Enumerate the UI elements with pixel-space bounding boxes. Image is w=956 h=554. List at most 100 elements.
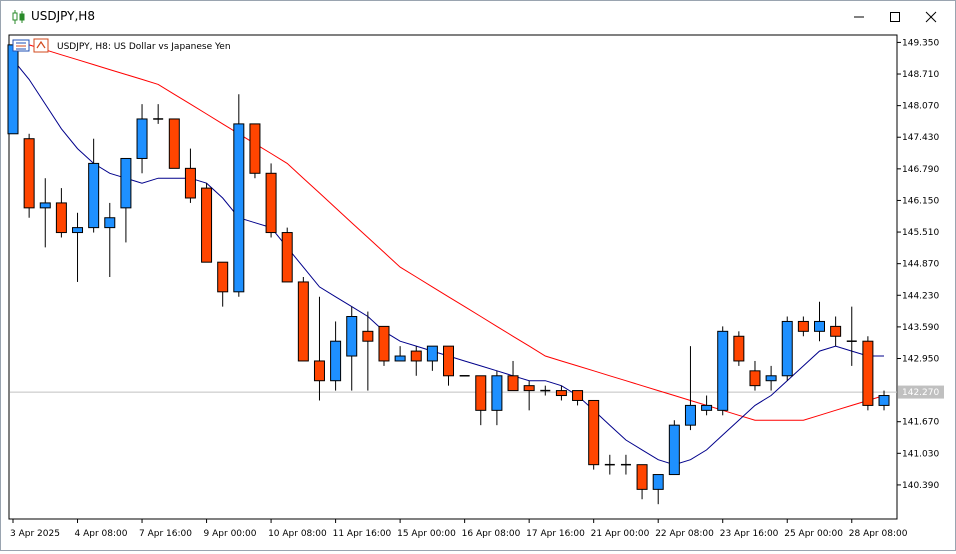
candle <box>23 133 35 218</box>
bear-candle-body <box>830 325 842 337</box>
x-tick-label: 4 Apr 08:00 <box>75 529 128 539</box>
indicator-list-icon[interactable] <box>12 39 30 52</box>
x-tick-label: 17 Apr 16:00 <box>526 529 585 539</box>
chart-window: USDJPY,H8 149.350 148.710 148.070 147.430 14… <box>0 0 956 551</box>
bear-candle-body <box>201 187 213 263</box>
bull-candle-body <box>668 424 680 476</box>
bull-candle-body <box>814 320 825 332</box>
minimize-button[interactable] <box>841 1 877 33</box>
bear-candle-body <box>362 330 374 342</box>
x-tick-label: 23 Apr 16:00 <box>720 529 779 539</box>
bull-candle-body <box>104 217 116 229</box>
bear-candle-body <box>23 138 35 209</box>
chart-symbol-label: USDJPY, H8: US Dollar vs Japanese Yen <box>57 42 231 52</box>
candle <box>201 183 213 263</box>
bull-candle-body <box>7 44 19 135</box>
bear-candle-body <box>168 118 180 169</box>
candle <box>717 326 729 416</box>
candle <box>862 336 874 411</box>
candle <box>668 420 680 476</box>
bear-candle-body <box>797 320 809 332</box>
bull-candle-body <box>346 316 358 357</box>
candle <box>168 118 180 169</box>
bear-candle-body <box>523 385 535 392</box>
x-tick-label: 16 Apr 08:00 <box>462 529 521 539</box>
candle <box>281 227 293 283</box>
window-title: USDJPY,H8 <box>31 9 95 23</box>
x-tick-label: 28 Apr 08:00 <box>849 529 908 539</box>
y-tick-label: 141.670 <box>902 418 939 428</box>
bear-candle-body <box>733 335 745 362</box>
x-tick-label: 11 Apr 16:00 <box>333 529 392 539</box>
current-price-label: 142.270 <box>902 388 939 398</box>
bear-candle-body <box>475 375 487 411</box>
y-tick-label: 141.030 <box>902 449 939 459</box>
price-axis: 149.350 148.710 148.070 147.430 146.790 146.1… <box>897 38 939 491</box>
bull-candle-body <box>491 375 503 411</box>
candlestick-icon <box>11 9 27 25</box>
bull-candle-body <box>781 320 793 377</box>
bull-candle-body <box>88 162 100 229</box>
maximize-icon <box>890 12 900 22</box>
bull-candle-body <box>701 404 713 411</box>
time-axis: 3 Apr 2025 4 Apr 08:00 7 Apr 16:00 9 Apr 00… <box>10 519 908 539</box>
bear-candle-body <box>184 167 196 199</box>
bear-candle-body <box>281 232 293 283</box>
candle <box>297 277 309 362</box>
x-tick-label: 10 Apr 08:00 <box>268 529 327 539</box>
bear-candle-body <box>555 390 567 397</box>
bear-candle-body <box>378 325 390 362</box>
bull-candle-body <box>233 123 245 293</box>
candle <box>378 325 390 366</box>
bear-candle-body <box>572 390 584 401</box>
maximize-button[interactable] <box>877 1 913 33</box>
bear-candle-body <box>217 261 229 293</box>
bear-candle-body <box>749 370 761 387</box>
bull-candle-body <box>120 157 132 209</box>
close-icon <box>925 11 937 23</box>
price-chart[interactable]: 149.350 148.710 148.070 147.430 146.790 146.1… <box>1 33 955 550</box>
bull-candle-body <box>684 404 696 426</box>
bear-candle-body <box>313 360 325 382</box>
candle <box>7 39 19 135</box>
candle <box>733 331 745 366</box>
y-tick-label: 144.870 <box>902 260 939 270</box>
bull-candle-body <box>72 227 84 234</box>
y-tick-label: 145.510 <box>902 228 939 238</box>
y-tick-label: 146.790 <box>902 165 939 175</box>
bear-candle-body <box>55 202 67 234</box>
bull-candle-body <box>765 375 777 382</box>
y-tick-label: 147.430 <box>902 133 939 143</box>
bear-candle-body <box>410 350 422 362</box>
candle <box>781 316 793 381</box>
one-click-trading-icon[interactable] <box>33 38 49 53</box>
bear-candle-body <box>297 281 309 362</box>
x-tick-label: 7 Apr 16:00 <box>139 529 192 539</box>
bear-candle-body <box>862 340 874 406</box>
y-tick-label: 142.950 <box>902 354 939 364</box>
minimize-icon <box>854 16 864 18</box>
bull-candle-body <box>652 474 664 490</box>
bull-candle-body <box>136 118 148 159</box>
x-tick-label: 9 Apr 00:00 <box>204 529 257 539</box>
x-tick-label: 22 Apr 08:00 <box>655 529 714 539</box>
bear-candle-body <box>588 399 600 466</box>
y-tick-label: 146.150 <box>902 196 939 206</box>
bear-candle-body <box>249 123 261 174</box>
bear-candle-body <box>636 464 648 490</box>
candle <box>249 123 261 179</box>
y-tick-label: 143.590 <box>902 323 939 333</box>
bull-candle-body <box>330 340 342 382</box>
y-tick-label: 148.710 <box>902 70 939 80</box>
bull-candle-body <box>39 202 51 209</box>
close-button[interactable] <box>913 1 949 33</box>
candle <box>588 399 600 470</box>
y-tick-label: 140.390 <box>902 481 939 491</box>
x-tick-label: 21 Apr 00:00 <box>591 529 650 539</box>
chart-area[interactable]: 149.350 148.710 148.070 147.430 146.790 146.1… <box>1 33 955 550</box>
bull-candle-body <box>878 395 890 406</box>
title-bar[interactable]: USDJPY,H8 <box>1 1 955 33</box>
current-price-tag: 142.270 <box>898 385 944 399</box>
x-tick-label: 15 Apr 00:00 <box>397 529 456 539</box>
y-tick-label: 144.230 <box>902 291 939 301</box>
